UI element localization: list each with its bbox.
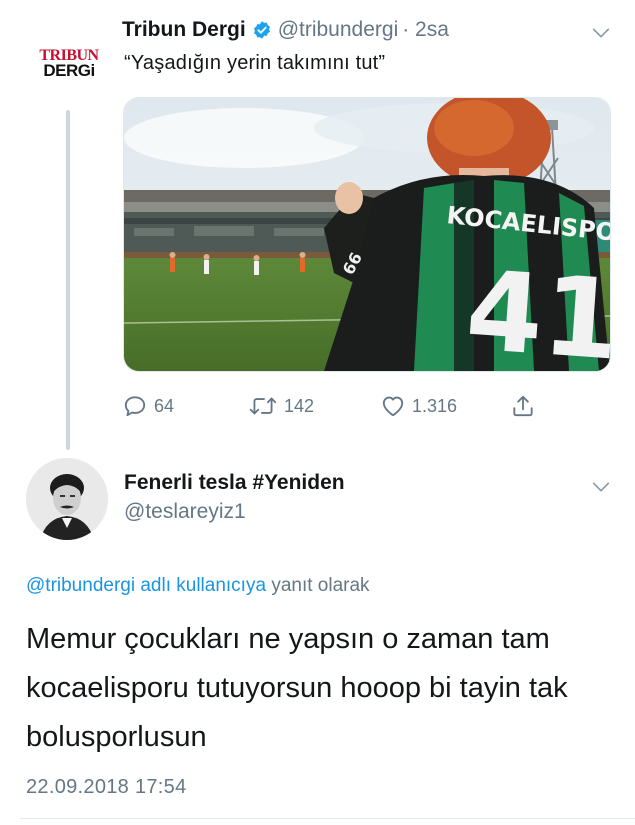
replying-to-link[interactable]: @tribundergi adlı kullanıcıya [26,575,266,596]
like-count: 1.316 [412,395,458,416]
replying-to-suffix: yanıt olarak [271,575,370,596]
reply-author-avatar[interactable] [26,458,108,540]
avatar-logo-bottom: DERGi [43,60,95,80]
reply-author-handle[interactable]: @teslareyiz1 [124,500,246,524]
tweet-media-image[interactable]: KOCAELISPOR 41 66 [123,97,611,372]
chevron-down-icon[interactable] [590,476,612,498]
tribun-dergi-avatar[interactable]: TRIBUN DERGi [26,20,112,106]
jersey-number-text: 41 [462,246,610,371]
reply-timestamp[interactable]: 22.09.2018 17:54 [26,776,187,799]
share-action[interactable] [510,392,542,420]
tweet-text: “Yaşadığın yerin takımını tut” [124,52,386,74]
reply-icon [124,396,146,417]
retweet-icon [249,397,277,415]
author-name[interactable]: Tribun Dergi [122,18,246,42]
tesla-portrait [26,458,108,540]
retweet-action[interactable]: 142 [248,392,314,420]
stadium-photo: KOCAELISPOR 41 66 [124,98,610,371]
reply-text: Memur çocukları ne yapsın o zaman tam ko… [26,623,568,753]
replying-to: @tribundergi adlı kullanıcıya yanıt olar… [26,575,370,597]
like-action[interactable]: 1.316 [380,392,457,420]
like-icon [382,396,404,417]
verified-badge-icon [253,21,270,39]
reply-action[interactable]: 64 [122,392,174,420]
retweet-count: 142 [284,395,315,416]
share-icon [513,395,533,417]
chevron-down-icon[interactable] [590,22,612,44]
author-handle[interactable]: @tribundergi [278,18,399,42]
reply-author-name[interactable]: Fenerli tesla #Yeniden [124,471,345,495]
thread-line [66,110,70,450]
time-ago[interactable]: · 2sa [402,18,449,42]
reply-count: 64 [154,395,175,416]
divider [20,818,635,819]
tweet-header: Tribun Dergi @tribundergi · 2sa [122,18,449,42]
